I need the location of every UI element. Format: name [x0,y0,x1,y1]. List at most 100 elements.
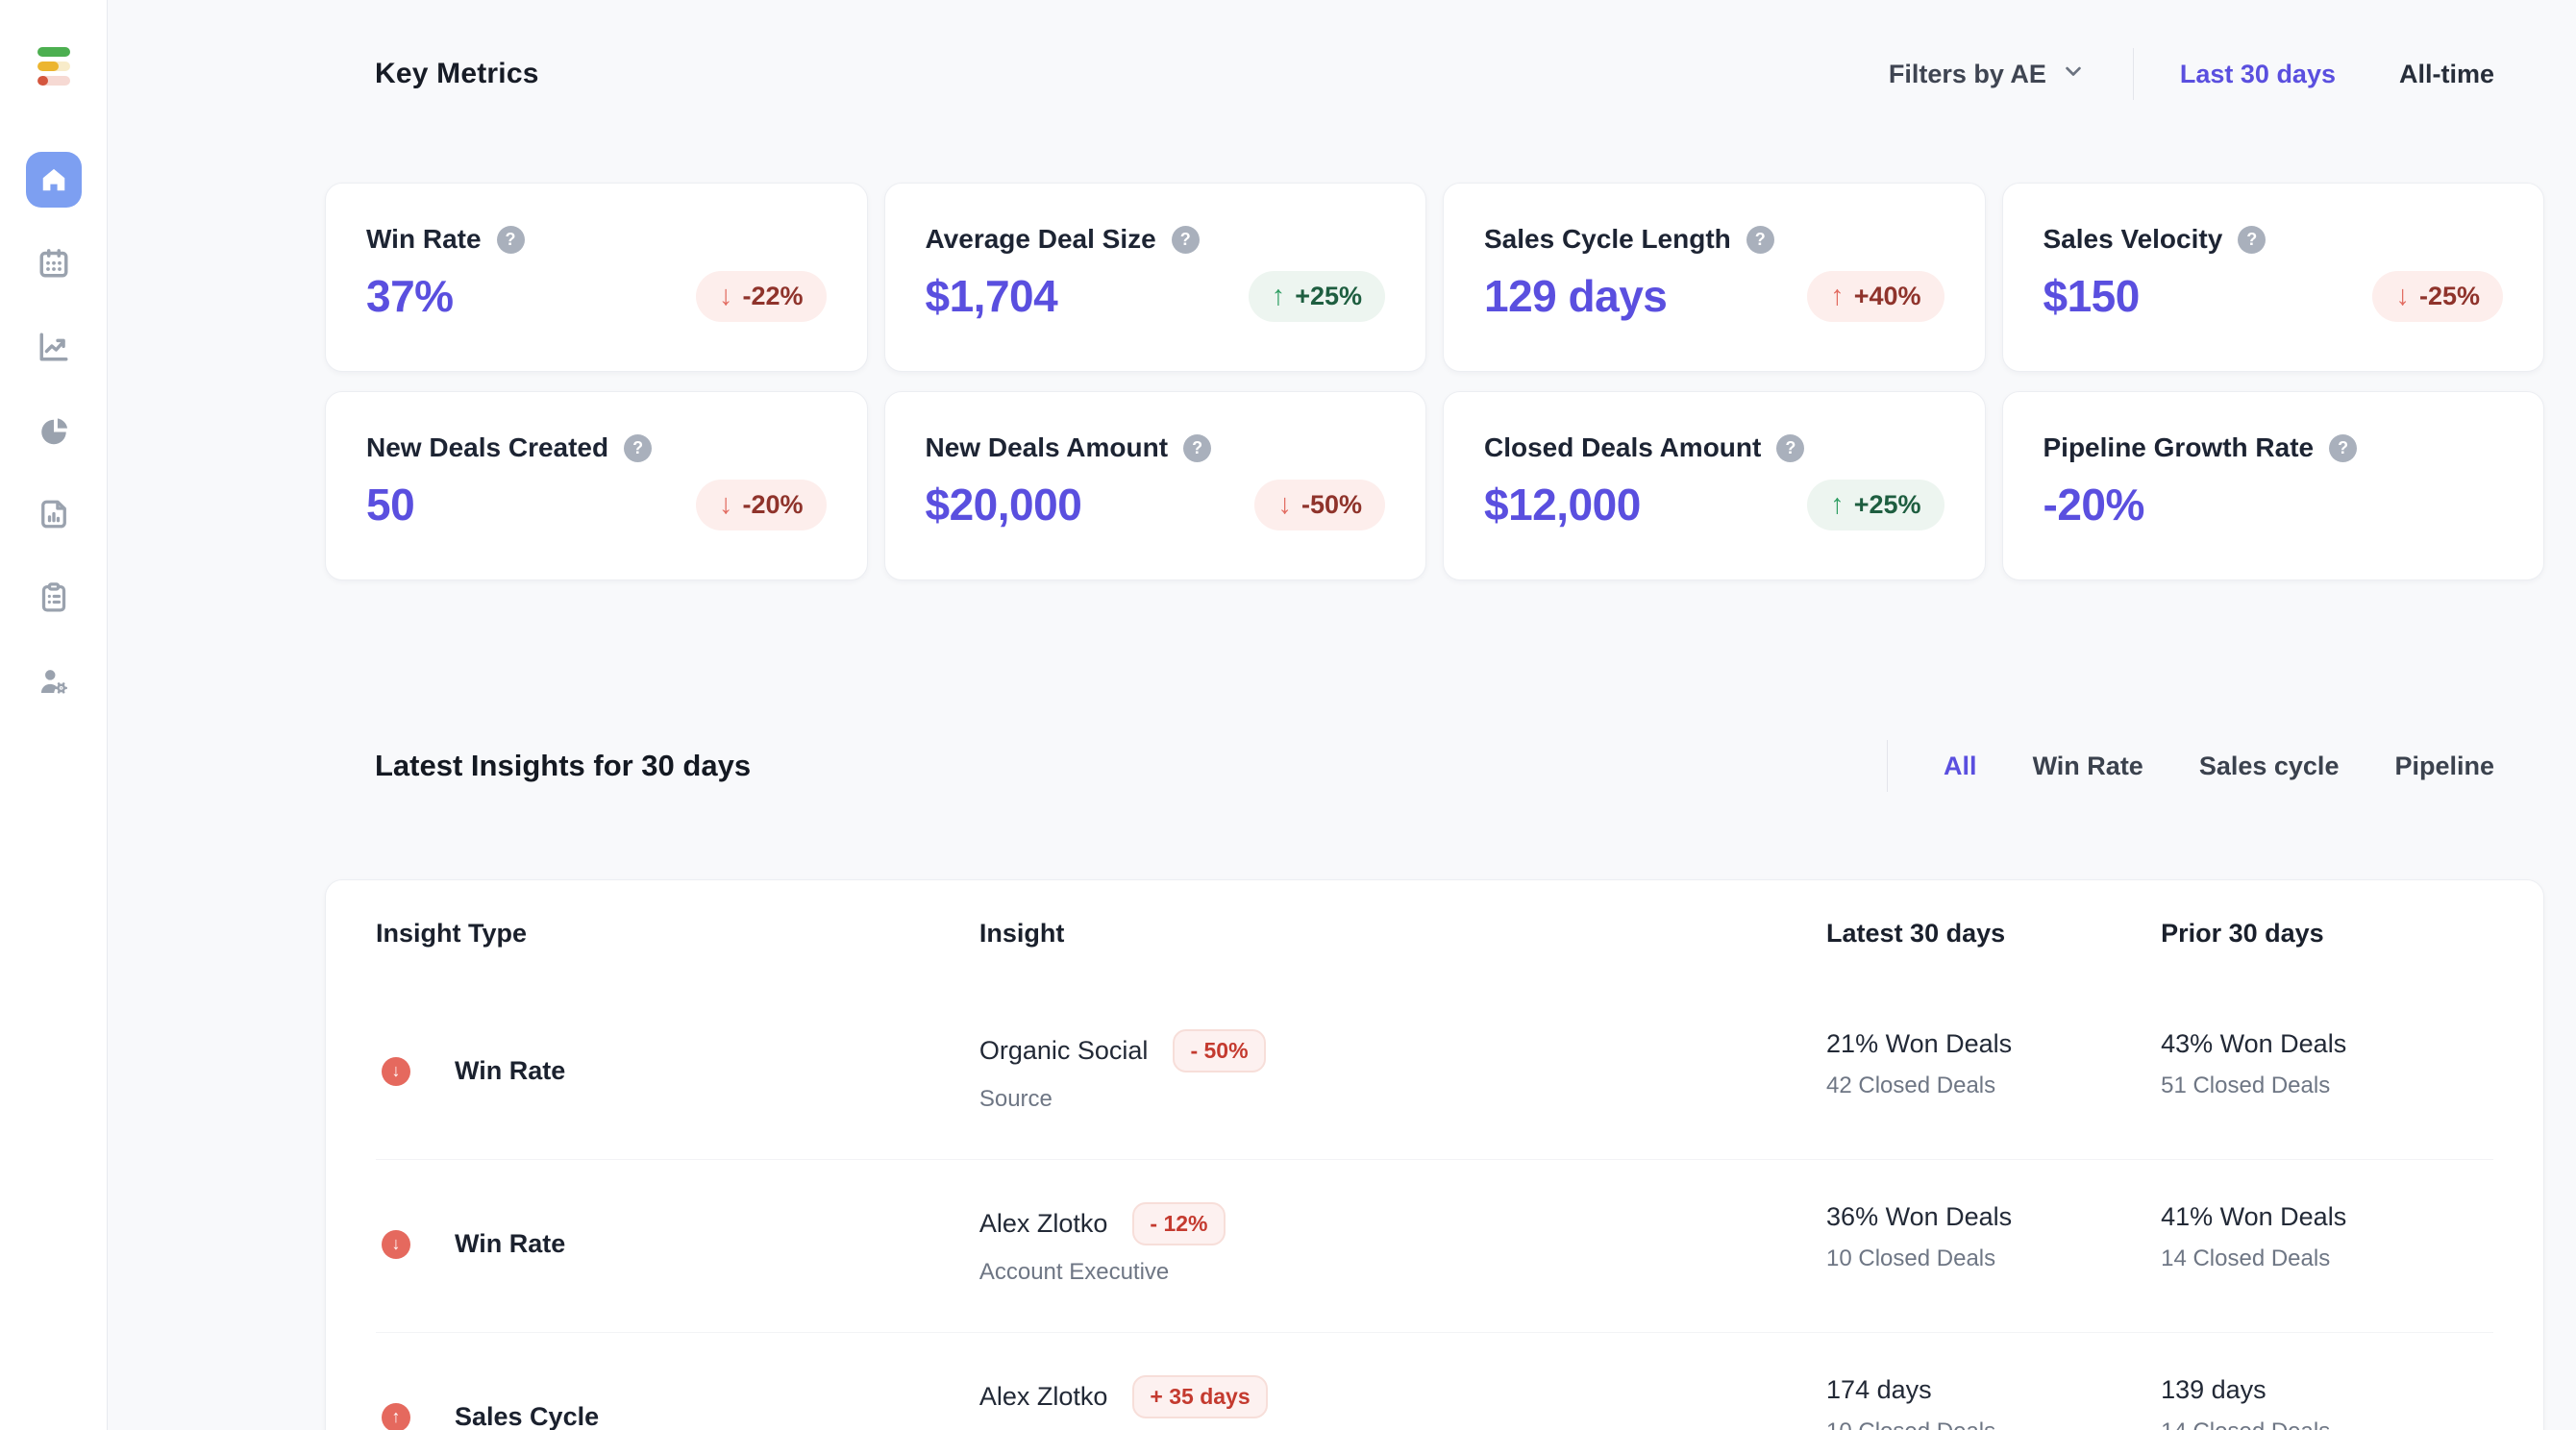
insight-tab-all[interactable]: All [1944,752,1977,781]
home-icon [37,162,71,197]
report-document-icon [37,497,71,531]
range-tab-all-time[interactable]: All-time [2399,60,2494,89]
latest-sublabel: 10 Closed Deals [1826,1418,2161,1430]
help-icon[interactable]: ? [2238,225,2266,254]
prior-value: 43% Won Deals [2161,1029,2347,1058]
metric-card-new-deals-amount: New Deals Amount ? $20,000 ↓ -50% [883,391,1426,580]
insight-name: Alex Zlotko [978,1209,1108,1238]
metric-label: Sales Cycle Length [1484,224,1731,254]
metric-value: 50 [366,480,415,530]
metric-card-pipeline-growth-rate: Pipeline Growth Rate ? -20% [2001,391,2544,580]
trend-badge: ↑ +25% [1807,479,1944,530]
trend-change: -50% [1300,489,1362,519]
prior-sublabel: 14 Closed Deals [2161,1245,2331,1271]
column-header-prior-30-days: Prior 30 days [2161,919,2324,948]
insight-change-badge: - 50% [1173,1029,1266,1072]
trend-down-arrow-icon: ↓ [718,488,733,520]
metric-card-new-deals-created: New Deals Created ? 50 ↓ -20% [325,391,868,580]
sidebar-item-analytics[interactable] [26,403,82,458]
metric-label: New Deals Amount [925,432,1169,462]
insight-type: Sales Cycle [455,1402,600,1430]
sidebar-item-team-settings[interactable] [26,653,82,709]
metric-label: New Deals Created [366,432,609,462]
line-chart-icon [37,330,71,364]
column-header-latest-30-days: Latest 30 days [1826,919,2006,948]
insight-change-badge: + 35 days [1132,1375,1268,1418]
sidebar-item-reports[interactable] [26,486,82,542]
sidebar-item-calendar[interactable] [26,235,82,291]
metric-label: Win Rate [366,224,482,254]
metric-label: Closed Deals Amount [1484,432,1762,462]
help-icon[interactable]: ? [1776,433,1805,462]
trend-change: +25% [1853,489,1921,519]
trend-up-arrow-icon: ↑ [1830,280,1845,311]
insight-up-arrow-icon: ↑ [382,1402,410,1430]
help-icon[interactable]: ? [1171,225,1200,254]
table-header-row: Insight Type Insight Latest 30 days Prio… [376,880,2493,987]
page-title: Key Metrics [375,58,539,89]
insight-tab-pipeline[interactable]: Pipeline [2394,752,2494,781]
trend-badge: ↑ +25% [1248,270,1385,322]
metric-value: $1,704 [925,271,1058,321]
insights-table: Insight Type Insight Latest 30 days Prio… [325,879,2544,1430]
insight-down-arrow-icon: ↓ [382,1229,410,1259]
table-row[interactable]: ↓ Win Rate Organic Social - 50% Source 2… [376,987,2493,1160]
trend-change: +40% [1853,281,1921,310]
metric-card-closed-deals-amount: Closed Deals Amount ? $12,000 ↑ +25% [1443,391,1986,580]
column-header-insight-type: Insight Type [376,919,528,948]
range-tab-last-30-days[interactable]: Last 30 days [2180,60,2336,89]
insight-sublabel: Source [978,1086,1053,1112]
calendar-icon [37,246,71,281]
insight-tab-win-rate[interactable]: Win Rate [2033,752,2143,781]
trend-badge: ↑ +40% [1807,270,1944,322]
metric-card-sales-cycle-length: Sales Cycle Length ? 129 days ↑ +40% [1443,183,1986,372]
filter-label: Filters by AE [1888,59,2046,88]
metric-value: $20,000 [925,480,1082,530]
latest-value: 174 days [1826,1375,1932,1404]
tabs-divider [1887,740,1889,792]
trend-up-arrow-icon: ↑ [1830,488,1845,520]
latest-value: 21% Won Deals [1826,1029,2013,1058]
trend-change: +25% [1295,281,1362,310]
trend-badge: ↓ -25% [2372,270,2503,322]
trend-badge: ↓ -20% [695,479,827,530]
chevron-down-icon [2060,58,2087,91]
table-row[interactable]: ↓ Win Rate Alex Zlotko - 12% Account Exe… [376,1160,2493,1333]
column-header-insight: Insight [978,919,1065,948]
insight-type: Win Rate [455,1229,566,1258]
prior-value: 41% Won Deals [2161,1202,2347,1231]
insight-tabs: All Win Rate Sales cycle Pipeline [1887,740,2494,792]
sidebar-item-performance[interactable] [26,319,82,375]
header-divider [2132,48,2134,100]
trend-change: -22% [742,281,804,310]
insight-tab-sales-cycle[interactable]: Sales cycle [2199,752,2340,781]
insight-name: Alex Zlotko [978,1382,1108,1411]
help-icon[interactable]: ? [1183,433,1212,462]
help-icon[interactable]: ? [624,433,653,462]
sidebar-item-tasks[interactable] [26,570,82,626]
help-icon[interactable]: ? [496,225,525,254]
insights-title: Latest Insights for 30 days [375,749,752,782]
latest-sublabel: 10 Closed Deals [1826,1245,1996,1271]
logo-bar-yellow [37,62,70,71]
pie-chart-icon [37,413,71,448]
logo-bar-green [37,47,70,57]
logo-bar-red [37,76,70,86]
table-row[interactable]: ↑ Sales Cycle Alex Zlotko + 35 days Acco… [376,1333,2493,1430]
metric-value: 37% [366,271,454,321]
prior-sublabel: 14 Closed Deals [2161,1418,2493,1430]
metric-card-sales-velocity: Sales Velocity ? $150 ↓ -25% [2001,183,2544,372]
trend-badge: ↓ -22% [695,270,827,322]
metric-value: 129 days [1484,271,1668,321]
header-controls: Filters by AE Last 30 days All-time [1889,48,2494,100]
date-range-tabs: Last 30 days All-time [2180,60,2494,89]
help-icon[interactable]: ? [1746,225,1774,254]
clipboard-list-icon [37,580,71,615]
help-icon[interactable]: ? [2329,433,2358,462]
user-settings-icon [37,664,71,699]
filter-by-ae-dropdown[interactable]: Filters by AE [1889,58,2087,91]
metrics-header: Key Metrics Filters by AE Last 30 days A… [325,44,2544,104]
trend-down-arrow-icon: ↓ [1277,488,1292,520]
metric-cards-grid: Win Rate ? 37% ↓ -22% Average Deal Size … [325,183,2544,580]
sidebar-item-home[interactable] [25,152,82,208]
